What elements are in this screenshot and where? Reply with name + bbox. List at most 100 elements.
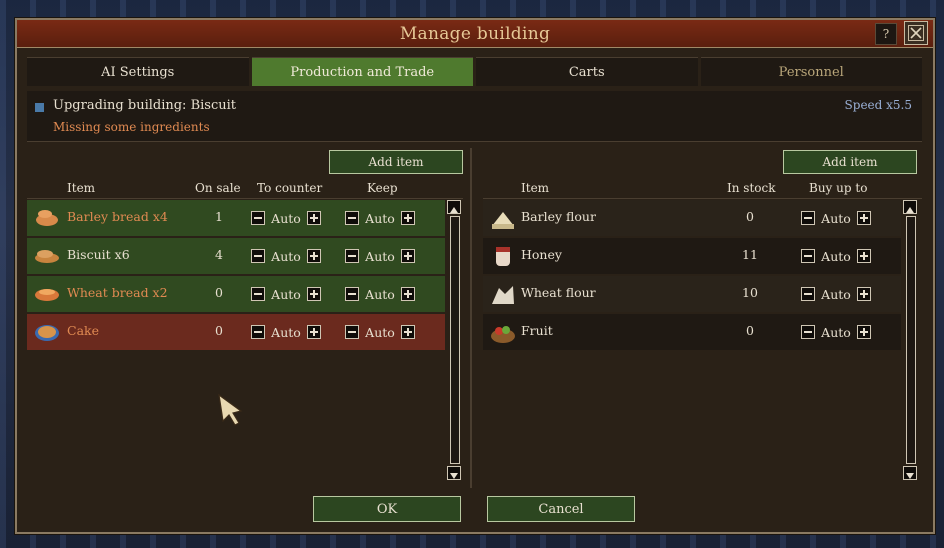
minus-icon[interactable]	[801, 325, 815, 339]
plus-icon[interactable]	[857, 287, 871, 301]
arrow-down-icon	[906, 473, 914, 479]
buy-up-to-stepper: Auto	[801, 323, 871, 341]
header-keep: Keep	[367, 181, 398, 195]
plus-icon[interactable]	[307, 249, 321, 263]
stock-scrollbar[interactable]	[903, 200, 917, 480]
plus-icon[interactable]	[857, 249, 871, 263]
buy-up-to-stepper: Auto	[801, 285, 871, 303]
minus-icon[interactable]	[251, 211, 265, 225]
to-counter-stepper: Auto	[251, 323, 321, 341]
minus-icon[interactable]	[801, 287, 815, 301]
speed-text: Speed x5.5	[844, 98, 912, 112]
minus-icon[interactable]	[345, 211, 359, 225]
scroll-down-button[interactable]	[903, 466, 917, 480]
tab-production-and-trade[interactable]: Production and Trade	[251, 57, 473, 86]
ok-button[interactable]: OK	[313, 496, 461, 522]
plus-icon[interactable]	[401, 249, 415, 263]
stock-row[interactable]: Honey 11 Auto	[483, 238, 901, 274]
item-name: Fruit	[521, 323, 553, 338]
sales-row[interactable]: Wheat bread x2 0 Auto Auto	[27, 276, 445, 312]
item-name: Biscuit x6	[67, 247, 130, 262]
scroll-down-button[interactable]	[447, 466, 461, 480]
scroll-track[interactable]	[450, 216, 460, 464]
on-sale-value: 4	[215, 247, 223, 262]
item-name: Barley flour	[521, 209, 596, 224]
header-in-stock: In stock	[727, 181, 776, 195]
fruit-icon	[491, 326, 515, 343]
keep-value: Auto	[365, 286, 395, 302]
minus-icon[interactable]	[345, 249, 359, 263]
stock-row[interactable]: Fruit 0 Auto	[483, 314, 901, 350]
keep-stepper: Auto	[345, 285, 415, 303]
in-stock-value: 0	[746, 323, 754, 338]
honey-icon	[496, 247, 510, 266]
plus-icon[interactable]	[307, 287, 321, 301]
scroll-up-button[interactable]	[447, 200, 461, 214]
plus-icon[interactable]	[401, 211, 415, 225]
title-bar: Manage building ?	[17, 20, 933, 48]
minus-icon[interactable]	[801, 211, 815, 225]
plus-icon[interactable]	[857, 325, 871, 339]
on-sale-value: 1	[215, 209, 223, 224]
missing-ingredients-text: Missing some ingredients	[53, 120, 210, 134]
arrow-down-icon	[450, 473, 458, 479]
stock-header: Item In stock Buy up to	[483, 180, 922, 199]
in-stock-value: 10	[742, 285, 758, 300]
minus-icon[interactable]	[251, 287, 265, 301]
item-name: Cake	[67, 323, 99, 338]
plus-icon[interactable]	[401, 325, 415, 339]
sales-row[interactable]: Barley bread x4 1 Auto Auto	[27, 200, 445, 236]
barley-flour-icon	[492, 212, 514, 229]
minus-icon[interactable]	[345, 287, 359, 301]
to-counter-value: Auto	[271, 210, 301, 226]
arrow-up-icon	[450, 207, 458, 213]
keep-value: Auto	[365, 210, 395, 226]
close-button[interactable]	[904, 21, 928, 45]
dialog-title: Manage building	[399, 23, 551, 44]
tab-personnel[interactable]: Personnel	[700, 57, 922, 86]
minus-icon[interactable]	[251, 249, 265, 263]
on-sale-value: 0	[215, 323, 223, 338]
help-button[interactable]: ?	[875, 23, 897, 45]
stock-add-item-button[interactable]: Add item	[783, 150, 917, 174]
header-on-sale: On sale	[195, 181, 241, 195]
stock-row[interactable]: Wheat flour 10 Auto	[483, 276, 901, 312]
plus-icon[interactable]	[401, 287, 415, 301]
buy-up-to-value: Auto	[821, 286, 851, 302]
header-item: Item	[521, 181, 550, 195]
on-sale-value: 0	[215, 285, 223, 300]
minus-icon[interactable]	[801, 249, 815, 263]
tab-carts[interactable]: Carts	[476, 57, 698, 86]
panel-divider	[470, 148, 472, 488]
item-name: Wheat flour	[521, 285, 596, 300]
sales-header: Item On sale To counter Keep	[27, 180, 463, 199]
close-icon	[908, 25, 924, 41]
status-panel: Upgrading building: Biscuit Missing some…	[27, 91, 922, 142]
tab-bar: AI Settings Production and Trade Carts P…	[27, 57, 922, 86]
plus-icon[interactable]	[307, 325, 321, 339]
header-item: Item	[67, 181, 96, 195]
sales-scrollbar[interactable]	[447, 200, 461, 480]
minus-icon[interactable]	[251, 325, 265, 339]
manage-building-dialog: Manage building ? AI Settings Production…	[15, 18, 935, 534]
sales-row[interactable]: Cake 0 Auto Auto	[27, 314, 445, 350]
stock-row[interactable]: Barley flour 0 Auto	[483, 200, 901, 236]
status-square-icon	[35, 103, 44, 112]
in-stock-value: 0	[746, 209, 754, 224]
plus-icon[interactable]	[307, 211, 321, 225]
scroll-up-button[interactable]	[903, 200, 917, 214]
buy-up-to-stepper: Auto	[801, 209, 871, 227]
buy-up-to-stepper: Auto	[801, 247, 871, 265]
wheat-flour-icon	[492, 286, 514, 304]
scroll-track[interactable]	[906, 216, 916, 464]
buy-up-to-value: Auto	[821, 210, 851, 226]
sales-add-item-button[interactable]: Add item	[329, 150, 463, 174]
in-stock-value: 11	[742, 247, 758, 262]
to-counter-value: Auto	[271, 324, 301, 340]
cancel-button[interactable]: Cancel	[487, 496, 635, 522]
wheat-bread-icon	[35, 289, 59, 301]
tab-ai-settings[interactable]: AI Settings	[27, 57, 249, 86]
minus-icon[interactable]	[345, 325, 359, 339]
sales-row[interactable]: Biscuit x6 4 Auto Auto	[27, 238, 445, 274]
plus-icon[interactable]	[857, 211, 871, 225]
